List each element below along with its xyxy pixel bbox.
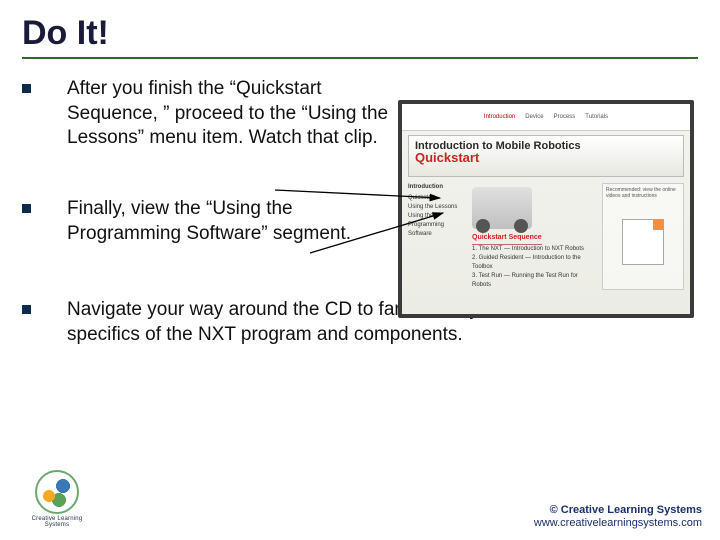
logo-icon xyxy=(35,470,79,514)
bullet-icon xyxy=(22,305,31,314)
cls-logo: Creative Learning Systems xyxy=(22,470,92,528)
bullet-icon xyxy=(22,84,31,93)
main-heading: Quickstart Sequence xyxy=(472,233,542,245)
tab-introduction: Introduction xyxy=(484,114,515,121)
robot-image xyxy=(472,187,532,229)
right-note: Recommended: view the online videos and … xyxy=(606,187,676,199)
screenshot-main: Quickstart Sequence 1. The NXT — Introdu… xyxy=(472,183,596,290)
bullet-item: Finally, view the “Using the Programming… xyxy=(22,197,392,246)
bullet-text: Finally, view the “Using the Programming… xyxy=(67,197,392,246)
step-1: 1. The NXT — Introduction to NXT Robots xyxy=(472,246,584,252)
sidebar-heading: Introduction xyxy=(408,183,466,192)
screenshot-tabs: Introduction Device Process Tutorials xyxy=(402,104,690,131)
screenshot-banner: Introduction to Mobile Robotics Quicksta… xyxy=(408,135,684,177)
tab-process: Process xyxy=(554,114,576,121)
title-underline xyxy=(22,57,698,59)
document-icon xyxy=(622,219,664,265)
sidebar-item-software: Using the Programming Software xyxy=(408,213,444,237)
slide-title: Do It! xyxy=(0,0,720,57)
tab-tutorials: Tutorials xyxy=(585,114,608,121)
screenshot-right-panel: Recommended: view the online videos and … xyxy=(602,183,684,290)
bullet-text: After you finish the “Quickstart Sequenc… xyxy=(67,77,392,151)
screenshot-sidebar: Introduction Quickstart Using the Lesson… xyxy=(408,183,466,290)
step-2: 2. Guided Resident — Introduction to the… xyxy=(472,255,581,270)
step-3: 3. Test Run — Running the Test Run for R… xyxy=(472,273,578,288)
tutorial-screenshot: Introduction Device Process Tutorials In… xyxy=(398,100,694,318)
sidebar-item-lessons: Using the Lessons xyxy=(408,204,457,210)
footer: © Creative Learning Systems www.creative… xyxy=(534,504,702,530)
copyright-text: © Creative Learning Systems xyxy=(534,504,702,517)
logo-text: Creative Learning Systems xyxy=(22,516,92,528)
tab-device: Device xyxy=(525,114,543,121)
banner-line2: Quickstart xyxy=(415,150,677,165)
footer-url: www.creativelearningsystems.com xyxy=(534,517,702,530)
sidebar-item-quickstart: Quickstart xyxy=(408,195,435,201)
bullet-icon xyxy=(22,204,31,213)
bullet-item: After you finish the “Quickstart Sequenc… xyxy=(22,77,392,151)
